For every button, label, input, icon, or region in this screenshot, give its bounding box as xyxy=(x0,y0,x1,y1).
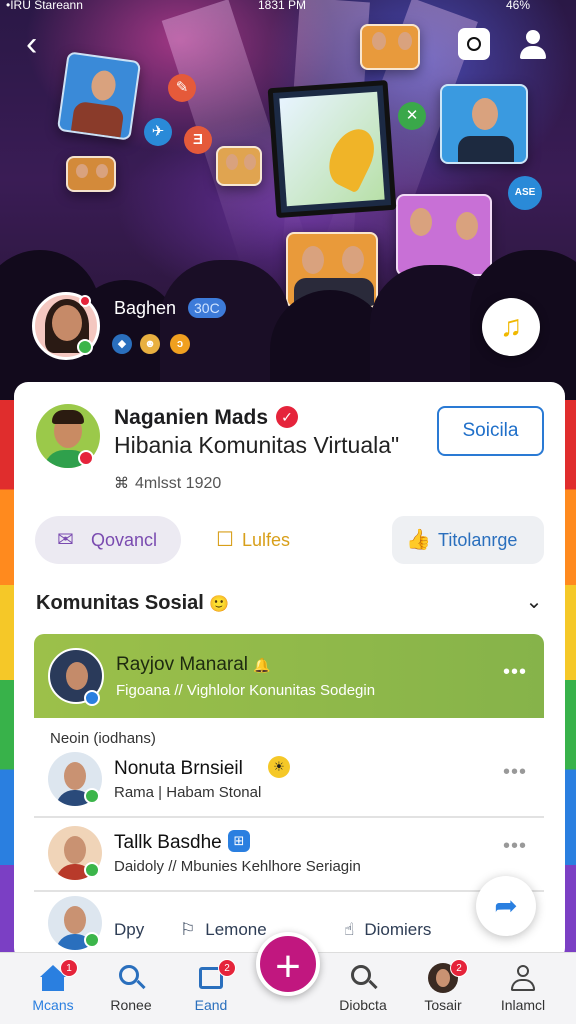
mail-icon: ✉ xyxy=(57,529,74,551)
reaction-bubble: ✕ xyxy=(398,102,426,130)
profile-name: Naganien Mads xyxy=(114,406,269,429)
nav-item-profile[interactable]: 2 Tosair xyxy=(398,953,488,1024)
section-title: Komunitas Sosial 🙂 xyxy=(36,592,230,614)
notification-badge: 1 xyxy=(60,959,78,977)
nav-item-search[interactable]: Ronee xyxy=(86,953,176,1024)
lemone-link[interactable]: ⚐ Lemone xyxy=(180,920,267,940)
online-indicator xyxy=(84,932,100,948)
reaction-bubble: ASE xyxy=(508,176,542,210)
message-label: Qovancl xyxy=(91,530,158,550)
video-tile xyxy=(216,146,262,186)
community-card: Naganien Mads ✓ Hibania Komunitas Virtua… xyxy=(14,382,565,962)
status-bar: •IRU Stareann 1831 PM 46% xyxy=(0,0,576,14)
online-indicator xyxy=(84,788,100,804)
profile-meta: ⌘ 4mlsst 1920 xyxy=(114,474,221,493)
search-icon xyxy=(116,963,146,993)
reaction-icon: ☻ xyxy=(140,334,160,354)
person-icon xyxy=(508,963,538,993)
group-label: Neoin (iodhans) xyxy=(50,730,156,747)
presentation-screen xyxy=(267,79,397,219)
reaction-bubble: ✎ xyxy=(168,74,196,102)
host-badge: 30C xyxy=(188,298,226,318)
nav-label: Eand xyxy=(194,997,228,1013)
keypad-icon: ⊞ xyxy=(228,830,250,852)
day-label[interactable]: Dpy xyxy=(114,920,144,940)
profile-subtitle: Hibania Komunitas Virtuala" xyxy=(114,432,400,458)
video-tile xyxy=(396,194,492,276)
notification-badge: 2 xyxy=(450,959,468,977)
host-name: Baghen xyxy=(114,298,177,318)
reaction-icon: ◆ xyxy=(112,334,132,354)
back-arrow-icon[interactable]: ‹ xyxy=(26,26,56,62)
list-item[interactable]: Nonuta Brnsieil ☀ Rama | Habam Stonal ••… xyxy=(34,746,544,818)
nav-label: Tosair xyxy=(424,997,462,1013)
nav-label: Diobcta xyxy=(339,997,387,1013)
like-button[interactable]: 👍 Titolanrge xyxy=(392,516,544,564)
member-name: Tallk Basdhe xyxy=(114,832,222,853)
emoji-icon: 🙂 xyxy=(209,596,230,613)
camera-icon[interactable] xyxy=(458,28,490,60)
member-name: Nonuta Brnsieil xyxy=(114,758,243,779)
verified-icon: ✓ xyxy=(276,406,298,428)
like-label: Titolanrge xyxy=(438,530,518,550)
flag-icon: ⚐ xyxy=(180,920,196,939)
members-icon: ⌘ xyxy=(114,475,129,492)
nav-label: Ronee xyxy=(110,997,152,1013)
chat-button[interactable]: ☐ Lulfes xyxy=(214,516,304,564)
reaction-icon: ↄ xyxy=(170,334,190,354)
chat-label: Lulfes xyxy=(242,530,291,550)
nav-item-home[interactable]: 1 Mcans xyxy=(8,953,98,1024)
nav-item-discover[interactable]: Diobcta xyxy=(318,953,408,1024)
music-note-icon[interactable]: ♫ xyxy=(482,298,540,356)
user-add-icon[interactable] xyxy=(516,28,550,62)
live-indicator xyxy=(78,450,94,466)
sun-emoji-icon: ☀ xyxy=(268,756,290,778)
member-subtitle: Daidoly // Mbunies Kehlhore Seriagin xyxy=(114,858,361,875)
nav-item-feed[interactable]: 2 Eand xyxy=(166,953,256,1024)
reaction-bubble: Ǝ xyxy=(184,126,212,154)
bell-icon: 🔔 xyxy=(253,657,271,673)
video-tile xyxy=(56,51,142,141)
video-tile xyxy=(66,156,116,192)
thumbs-up-icon: 👍 xyxy=(406,529,431,551)
search-icon xyxy=(348,963,378,993)
more-options-icon[interactable]: ••• xyxy=(500,762,530,784)
online-indicator xyxy=(84,862,100,878)
nav-label: Inlamcl xyxy=(500,997,546,1013)
chat-icon: ☐ xyxy=(216,529,234,551)
video-tile xyxy=(360,24,420,70)
list-item[interactable]: Tallk Basdhe ⊞ Daidoly // Mbunies Kehlho… xyxy=(34,820,544,892)
thumbs-up-icon: ☝ xyxy=(344,920,355,939)
member-subtitle: Rama | Habam Stonal xyxy=(114,784,262,801)
chevron-down-icon[interactable]: ⌄ xyxy=(520,588,548,616)
more-options-icon[interactable]: ••• xyxy=(500,662,530,684)
nav-label: Mcans xyxy=(32,997,74,1013)
add-post-button[interactable]: + xyxy=(256,932,320,996)
battery-label: 46% xyxy=(506,0,531,12)
notification-badge: 2 xyxy=(218,959,236,977)
featured-subtitle: Figoana // Vighlolor Konunitas Sodegin xyxy=(116,682,376,699)
more-options-icon[interactable]: ••• xyxy=(500,836,530,858)
featured-name: Rayjov Manaral 🔔 xyxy=(116,654,271,675)
featured-member-row[interactable]: Rayjov Manaral 🔔 Figoana // Vighlolor Ko… xyxy=(34,634,544,718)
online-indicator xyxy=(84,690,100,706)
share-icon[interactable]: ➦ xyxy=(476,876,536,936)
video-tile xyxy=(440,84,528,164)
members-count: 4mlsst 1920 xyxy=(135,475,222,492)
social-button[interactable]: Soicila xyxy=(437,406,544,456)
reaction-bubble: ✈ xyxy=(144,118,172,146)
nav-item-account[interactable]: Inlamcl xyxy=(478,953,568,1024)
message-button[interactable]: ✉ Qovancl xyxy=(35,516,181,564)
time-label: 1831 PM xyxy=(258,0,307,12)
diomiers-link[interactable]: ☝ Diomiers xyxy=(344,920,431,940)
host-avatar[interactable] xyxy=(32,292,100,360)
carrier-label: •IRU Stareann xyxy=(6,0,83,12)
